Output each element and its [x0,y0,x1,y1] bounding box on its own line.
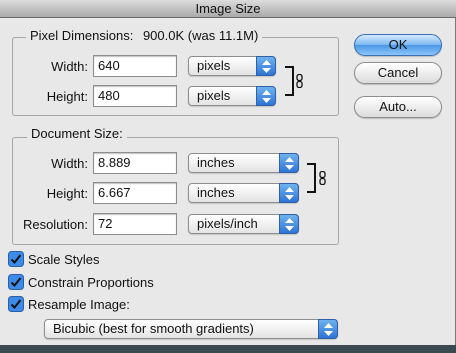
desktop-background-strip [0,345,456,353]
resample-image-label[interactable]: Resample Image: [28,297,130,313]
doc-width-field[interactable]: 8.889 [93,152,177,174]
resolution-label: Resolution: [22,217,88,232]
pixel-width-unit-value: pixels [197,58,231,73]
pixel-width-label: Width: [51,59,88,74]
popup-arrows-icon [318,319,338,339]
constrain-proportions-label[interactable]: Constrain Proportions [28,275,154,291]
pixel-width-unit-select[interactable]: pixels [188,56,276,76]
document-size-legend: Document Size: [27,126,127,142]
doc-height-field[interactable]: 6.667 [93,182,177,204]
cancel-button[interactable]: Cancel [354,62,442,84]
pixel-height-field[interactable]: 480 [93,85,177,107]
pixel-height-unit-value: pixels [197,88,231,103]
doc-height-unit-value: inches [197,185,235,200]
doc-height-label: Height: [46,186,88,201]
doc-width-unit-value: inches [197,155,235,170]
doc-width-unit-select[interactable]: inches [188,153,299,173]
pixel-dimensions-title: Pixel Dimensions: [30,28,134,43]
popup-arrows-icon [279,214,299,234]
popup-arrows-icon [256,86,276,106]
resample-method-value: Bicubic (best for smooth gradients) [53,321,254,336]
doc-constrain-bracket [307,163,316,193]
window-title: Image Size [195,1,261,16]
popup-arrows-icon [279,153,299,173]
popup-arrows-icon [256,56,276,76]
popup-arrows-icon [279,183,299,203]
scale-styles-checkbox[interactable] [8,251,24,267]
pixel-width-field[interactable]: 640 [93,55,177,77]
image-size-dialog: Image Size Pixel Dimensions: 900.0K (was… [0,0,456,353]
pixel-height-unit-select[interactable]: pixels [188,86,276,106]
scale-styles-label[interactable]: Scale Styles [28,252,100,268]
resolution-field[interactable]: 72 [93,213,177,235]
pixel-constrain-bracket [285,66,294,96]
auto-button[interactable]: Auto... [354,96,442,118]
chain-link-icon [296,74,303,88]
resolution-unit-select[interactable]: pixels/inch [188,214,299,234]
pixel-dimensions-legend: Pixel Dimensions: 900.0K (was 11.1M) [26,28,263,44]
resolution-unit-value: pixels/inch [197,216,258,231]
doc-width-label: Width: [51,156,88,171]
pixel-dimensions-summary: 900.0K (was 11.1M) [142,28,259,43]
resample-method-select[interactable]: Bicubic (best for smooth gradients) [44,319,338,339]
chain-link-icon [319,171,326,185]
resample-image-checkbox[interactable] [8,296,24,312]
pixel-height-label: Height: [46,89,88,104]
doc-height-unit-select[interactable]: inches [188,183,299,203]
title-bar[interactable]: Image Size [0,0,456,18]
ok-button[interactable]: OK [354,34,442,56]
constrain-proportions-checkbox[interactable] [8,274,24,290]
